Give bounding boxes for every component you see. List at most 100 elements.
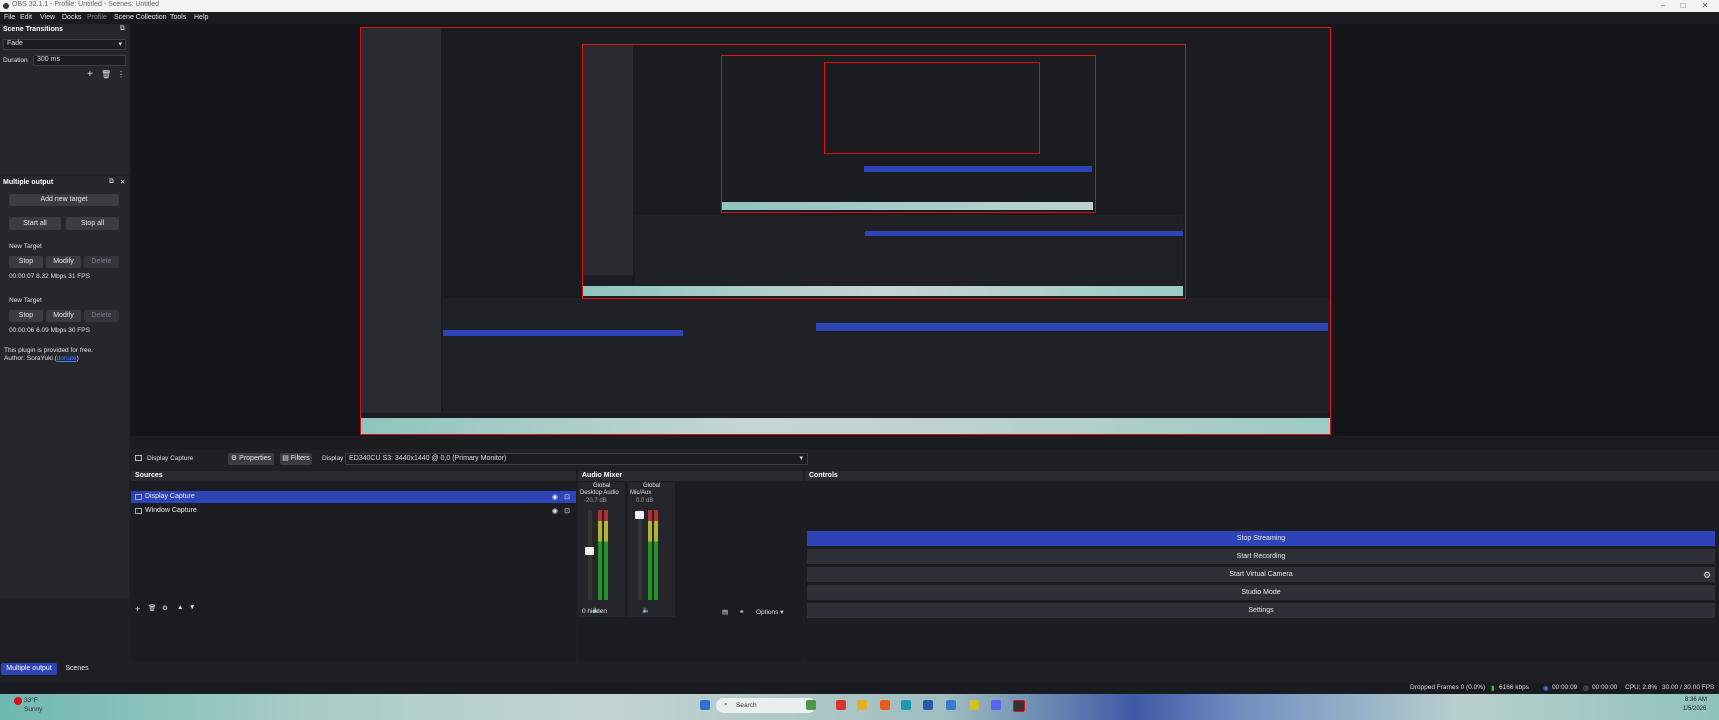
stream-time: 00:00:09 [1552,684,1578,691]
discord-icon[interactable] [991,700,1001,710]
menu-help[interactable]: Help [194,14,208,21]
more-options-icon[interactable]: ⋮ [117,70,125,79]
window-title: OBS 32.1.1 - Profile: Untitled - Scenes:… [12,1,160,8]
preview-canvas[interactable] [360,27,1331,435]
duration-value: 300 ms [37,56,60,63]
move-down-icon[interactable]: ▼ [189,604,195,611]
dock-float-icon[interactable]: ⧉ [109,178,114,186]
bitrate: 6166 kbps [1499,684,1529,691]
target-stats: 00:00:07 8.32 Mbps 31 FPS [9,273,90,280]
mixer-title: Audio Mixer [582,472,623,479]
mixer-link-icon[interactable]: ⚭ [739,608,744,616]
duration-field[interactable]: 300 ms [33,55,126,66]
lock-icon[interactable]: ⊡ [564,493,570,501]
source-row[interactable]: Display Capture ◉ ⊡ [131,491,576,503]
target-delete-button[interactable]: Delete [84,256,119,268]
visibility-eye-icon[interactable]: ◉ [552,493,558,501]
status-bar: Dropped Frames 0 (0.0%) ▮ 6166 kbps ◉ 00… [0,683,1719,693]
stop-all-button[interactable]: Stop all [66,217,119,230]
edge-icon[interactable] [901,700,911,710]
weather-icon[interactable] [14,697,22,705]
network-icon: ▮ [1491,685,1495,692]
app-icon[interactable] [836,700,846,710]
studio-mode-button[interactable]: Studio Mode [807,585,1715,600]
start-menu-icon[interactable] [700,700,710,710]
menu-tools[interactable]: Tools [170,14,186,21]
target-modify-button[interactable]: Modify [46,310,81,322]
donate-link[interactable]: donate [57,355,77,362]
menu-docks[interactable]: Docks [62,14,81,21]
display-label: Display [322,455,344,462]
start-recording-button[interactable]: Start Recording [807,549,1715,564]
author-text: Author: SoraYuki ( [4,355,57,362]
speaker-icon[interactable]: 🔈 [642,606,650,614]
hidden-count: 0 hidden [582,608,607,615]
menu-scene-collection[interactable]: Scene Collection [114,14,167,21]
file-explorer-icon[interactable] [857,700,867,710]
dock-close-icon[interactable]: ✕ [120,178,125,186]
obs-taskbar-icon[interactable] [1013,700,1025,712]
nested-taskbar-3 [722,202,1093,210]
delete-transition-icon[interactable]: 🗑 [101,70,111,79]
dock-float-icon[interactable]: ⧉ [120,25,125,33]
target-stop-button[interactable]: Stop [9,310,43,322]
start-all-button[interactable]: Start all [9,217,61,230]
tab-multiple-output[interactable]: Multiple output [1,663,57,675]
gear-icon: ⚙ [230,455,240,462]
scene-transitions-dock: Scene Transitions ⧉ Fade ▾ Duration 300 … [0,24,129,174]
menu-file[interactable]: File [4,14,15,21]
menu-view[interactable]: View [40,14,55,21]
target-modify-button[interactable]: Modify [46,256,81,268]
mixer-options-button[interactable]: Options ▾ [756,608,783,616]
source-row[interactable]: Window Capture ◉ ⊡ [131,505,576,517]
virtual-camera-settings-icon[interactable]: ⚙ [1703,570,1711,581]
filters-button[interactable]: ▤ Filters [280,453,312,465]
minimize-button[interactable]: – [1656,0,1670,12]
add-transition-icon[interactable]: + [87,69,93,80]
meter-background [588,510,592,600]
browser-icon[interactable] [880,700,890,710]
lock-icon[interactable]: ⊡ [564,507,570,515]
taskbar-search[interactable]: ⌕ Search [716,698,816,713]
app-icon[interactable] [923,700,933,710]
target-stop-button[interactable]: Stop [9,256,43,268]
mixer-layout-icon[interactable]: ▤ [722,608,728,616]
app-icon[interactable] [806,700,816,710]
menu-edit[interactable]: Edit [20,14,32,21]
maximize-button[interactable]: □ [1676,0,1690,12]
stop-streaming-button[interactable]: Stop Streaming [807,531,1715,546]
close-window-button[interactable]: ✕ [1698,0,1712,12]
app-icon[interactable] [969,700,979,710]
target-name: New Target [9,243,42,250]
tab-scenes[interactable]: Scenes [61,663,93,675]
nested-stop-streaming-3 [864,166,1092,172]
start-virtual-camera-button[interactable]: Start Virtual Camera [807,567,1715,582]
filters-label: Filters [290,455,310,462]
plugin-author: Author: SoraYuki (donate) [4,355,79,362]
move-up-icon[interactable]: ▲ [177,604,183,611]
add-new-target-button[interactable]: Add new target [9,194,119,206]
source-settings-icon[interactable]: ⚙ [162,604,168,612]
sources-title: Sources [135,472,163,479]
settings-button[interactable]: Settings [807,603,1715,618]
channel-name[interactable]: Mic/Aux [630,490,651,496]
channel-db: -20.7 dB [584,498,607,504]
volume-fader[interactable] [635,511,644,519]
visibility-eye-icon[interactable]: ◉ [552,507,558,515]
remove-source-icon[interactable]: 🗑 [148,604,156,612]
audio-mixer-panel: Audio Mixer Global Desktop Audio -20.7 d… [578,471,803,662]
source-name: Window Capture [145,507,197,514]
add-source-icon[interactable]: + [135,604,140,614]
app-icon[interactable] [946,700,956,710]
transition-select[interactable]: Fade ▾ [3,39,126,50]
menu-profile[interactable]: Profile [87,14,107,21]
target-delete-button[interactable]: Delete [84,310,119,322]
mixer-channel: Global Mic/Aux 0.0 dB 🔈 [628,482,675,617]
properties-button[interactable]: ⚙ Properties [228,453,274,465]
window-capture-icon [135,508,142,514]
nested-left-dock-2 [583,45,633,275]
cpu-usage: CPU: 2.8% [1625,684,1658,691]
channel-name[interactable]: Desktop Audio [580,490,619,496]
display-select[interactable]: ED340CU S3: 3440x1440 @ 0,0 (Primary Mon… [345,453,808,465]
volume-fader[interactable] [585,547,594,555]
